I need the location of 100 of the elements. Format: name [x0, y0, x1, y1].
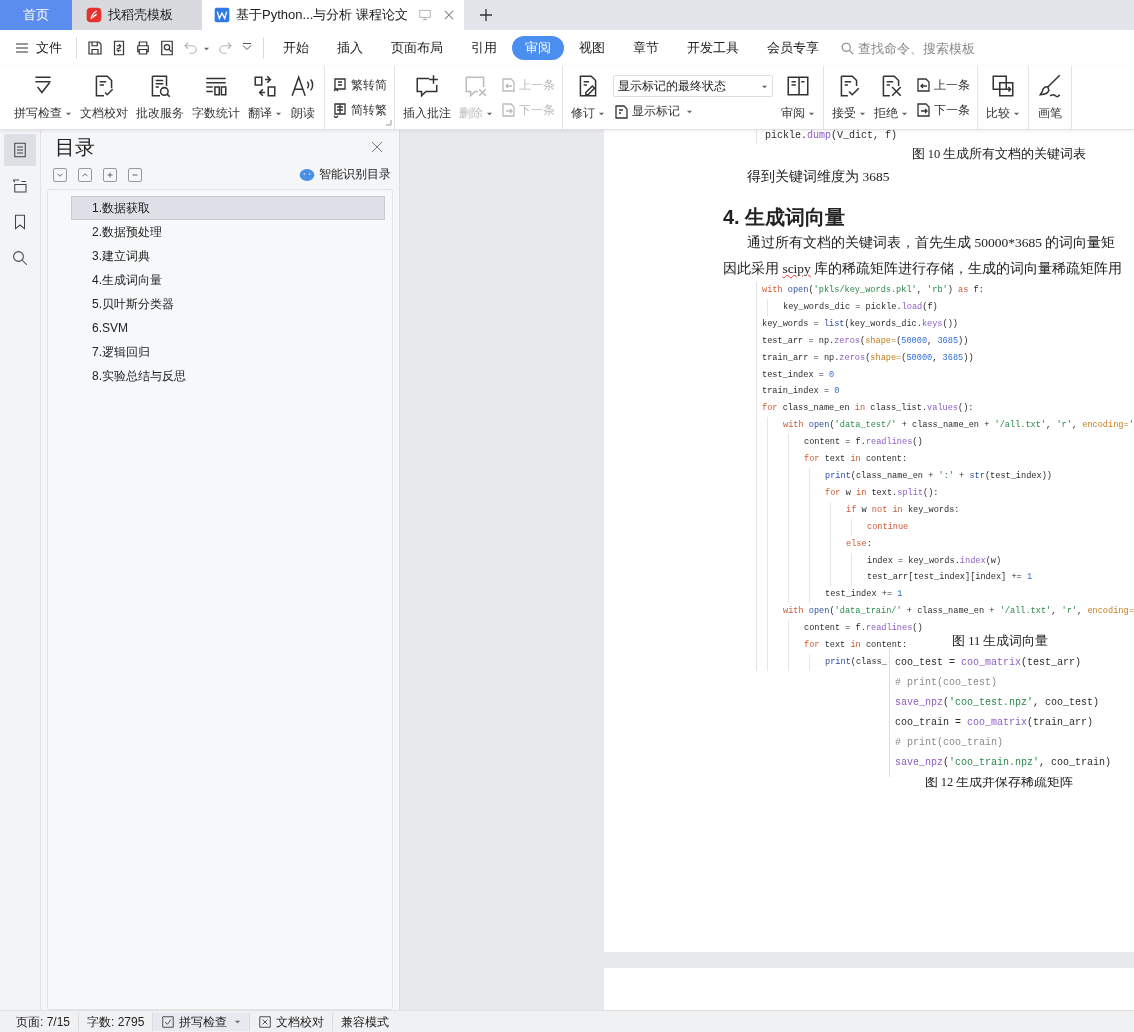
- sound-icon: [290, 73, 316, 99]
- code-line: coo_test = coo_matrix(test_arr): [895, 656, 1082, 670]
- code-line: with open('pkls/key_words.pkl', 'rb') as f:: [762, 284, 984, 297]
- code-line: test_index = 0: [762, 368, 835, 382]
- toc-item[interactable]: 7.逻辑回归: [71, 340, 385, 364]
- file-menu[interactable]: 文件: [14, 39, 70, 57]
- code-line: train_arr = np.zeros(shape=(50000, 3685)): [762, 351, 974, 365]
- document-icon: [214, 7, 230, 23]
- search-icon: [840, 40, 855, 56]
- dropdown[interactable]: 显示标记的最终状态: [613, 75, 773, 97]
- monitor-icon: [417, 8, 432, 22]
- paragraph: 得到关键词维度为 3685: [746, 168, 891, 186]
- code-line: for class_name_en in class_list.values():: [762, 402, 974, 416]
- ribbon-button[interactable]: 朗读: [286, 66, 320, 129]
- x-box-icon: [258, 1014, 273, 1029]
- sidebar-tab[interactable]: [4, 134, 36, 166]
- figure-caption: 图 11 生成词向量: [952, 633, 1049, 650]
- comment-plus-icon: [414, 73, 440, 99]
- plus-button[interactable]: [103, 167, 117, 182]
- menu-tab[interactable]: 章节: [620, 36, 672, 60]
- code-line: # print(coo_test): [895, 676, 998, 690]
- paragraph: 通过所有文档的关键词表，首先生成 50000*3685 的词向量矩: [746, 234, 1117, 252]
- code-line: test_index += 1: [825, 588, 903, 602]
- tab[interactable]: 找稻壳模板: [72, 0, 202, 30]
- menu-tab[interactable]: 插入: [324, 36, 376, 60]
- code-line: continue: [867, 520, 909, 534]
- menu-tab[interactable]: 会员专享: [754, 36, 832, 60]
- ribbon-button[interactable]: 接受: [828, 66, 870, 129]
- ribbon-button[interactable]: 画笔: [1033, 66, 1067, 129]
- check-box-icon: [161, 1014, 176, 1029]
- expand-button[interactable]: [78, 167, 92, 182]
- ribbon-button[interactable]: 拼写检查: [10, 66, 76, 129]
- compatibility-mode: 兼容模式: [340, 1013, 391, 1031]
- code-line: save_npz('coo_train.npz', coo_train): [895, 756, 1112, 770]
- toc-item[interactable]: 1.数据获取: [71, 196, 385, 220]
- print-icon: [134, 39, 152, 57]
- save-icon: [86, 39, 104, 57]
- collapse-button[interactable]: [53, 167, 67, 182]
- menu-icon: [14, 40, 30, 56]
- menu-tab[interactable]: 视图: [566, 36, 618, 60]
- figure-caption: 图 10 生成所有文档的关键词表: [910, 146, 1088, 163]
- close-icon: [371, 141, 383, 153]
- menu-tab[interactable]: 页面布局: [378, 36, 456, 60]
- paragraph: 因此采用 scipy 库的稀疏矩阵进行存储，生成的词向量稀疏矩阵用: [723, 260, 1124, 278]
- caret-icon: [686, 108, 693, 115]
- code-line: content = f.readlines(): [804, 622, 923, 636]
- next-icon: [915, 102, 931, 118]
- spell-check-button[interactable]: 拼写检查: [153, 1012, 251, 1031]
- toc-item[interactable]: 6.SVM: [71, 316, 385, 340]
- ribbon-button[interactable]: 审阅: [777, 66, 819, 129]
- launcher-icon: [386, 120, 392, 126]
- caret-icon: [234, 1018, 242, 1025]
- code-line: test_arr = np.zeros(shape=(50000, 3685)): [762, 334, 969, 348]
- ribbon-button[interactable]: 下一条: [915, 101, 970, 119]
- toc-item[interactable]: 8.实验总结与反思: [71, 364, 385, 388]
- code-line: train_index = 0: [762, 385, 840, 399]
- ribbon-button[interactable]: 修订: [567, 66, 609, 129]
- page-count: 页面: 7/15: [8, 1012, 80, 1031]
- code-line: key_words = list(key_words_dic.keys()): [762, 317, 958, 331]
- code-line: coo_train = coo_matrix(train_arr): [895, 716, 1094, 730]
- ribbon-button[interactable]: 拒绝: [870, 66, 912, 129]
- code-line: print(class_name_en + ':' + str(test_index)): [825, 469, 1052, 483]
- toc-item[interactable]: 5.贝叶斯分类器: [71, 292, 385, 316]
- ribbon-button[interactable]: 繁转简: [332, 76, 387, 94]
- minus-button[interactable]: [128, 167, 142, 182]
- tab[interactable]: 基于Python...与分析 课程论文: [202, 0, 464, 30]
- code-line: for w in text.split():: [825, 486, 939, 500]
- convert-icon: [332, 77, 348, 93]
- code-line: index = key_words.index(w): [867, 554, 1002, 568]
- smart-toc-button[interactable]: 智能识别目录: [299, 166, 391, 183]
- ribbon-button[interactable]: 批改服务: [132, 66, 188, 129]
- proofread-button[interactable]: 文档校对: [250, 1012, 334, 1031]
- ribbon-button[interactable]: 显示标记: [613, 103, 773, 120]
- toc-item[interactable]: 4.生成词向量: [71, 268, 385, 292]
- ribbon-button[interactable]: 字数统计: [188, 66, 244, 129]
- ribbon-button[interactable]: 插入批注: [399, 66, 455, 129]
- code-line: key_words_dic = pickle.load(f): [783, 300, 938, 314]
- plus-icon: [477, 7, 494, 23]
- toc-item[interactable]: 3.建立词典: [71, 244, 385, 268]
- ribbon-button[interactable]: 文档校对: [76, 66, 132, 129]
- ribbon-button[interactable]: 翻译: [244, 66, 286, 129]
- code-line: with open('data_train/' + class_name_en + '/all.txt', 'r', encoding=: [783, 605, 1134, 619]
- code-line: test_arr[test_index][index] += 1: [867, 571, 1033, 585]
- menu-tab[interactable]: 开始: [270, 36, 322, 60]
- ribbon-button[interactable]: 上一条: [915, 76, 970, 94]
- code-line: else:: [846, 537, 872, 551]
- code-line: for text in content:: [804, 639, 908, 653]
- search-icon: [11, 249, 29, 267]
- previous-icon: [500, 77, 516, 93]
- code-line: content = f.readlines(): [804, 436, 923, 450]
- logo-icon: [86, 7, 102, 23]
- toc-item[interactable]: 2.数据预处理: [71, 220, 385, 244]
- ribbon-button[interactable]: 比较: [982, 66, 1024, 129]
- menu-tab[interactable]: 开发工具: [674, 36, 752, 60]
- ribbon-button[interactable]: 简转繁: [332, 101, 387, 119]
- next-icon: [500, 102, 516, 118]
- code-line: # print(coo_train): [895, 736, 1004, 750]
- menu-tab[interactable]: 引用: [458, 36, 510, 60]
- search-field[interactable]: 查找命令、搜索模板: [840, 40, 988, 56]
- compare-icon: [990, 73, 1016, 99]
